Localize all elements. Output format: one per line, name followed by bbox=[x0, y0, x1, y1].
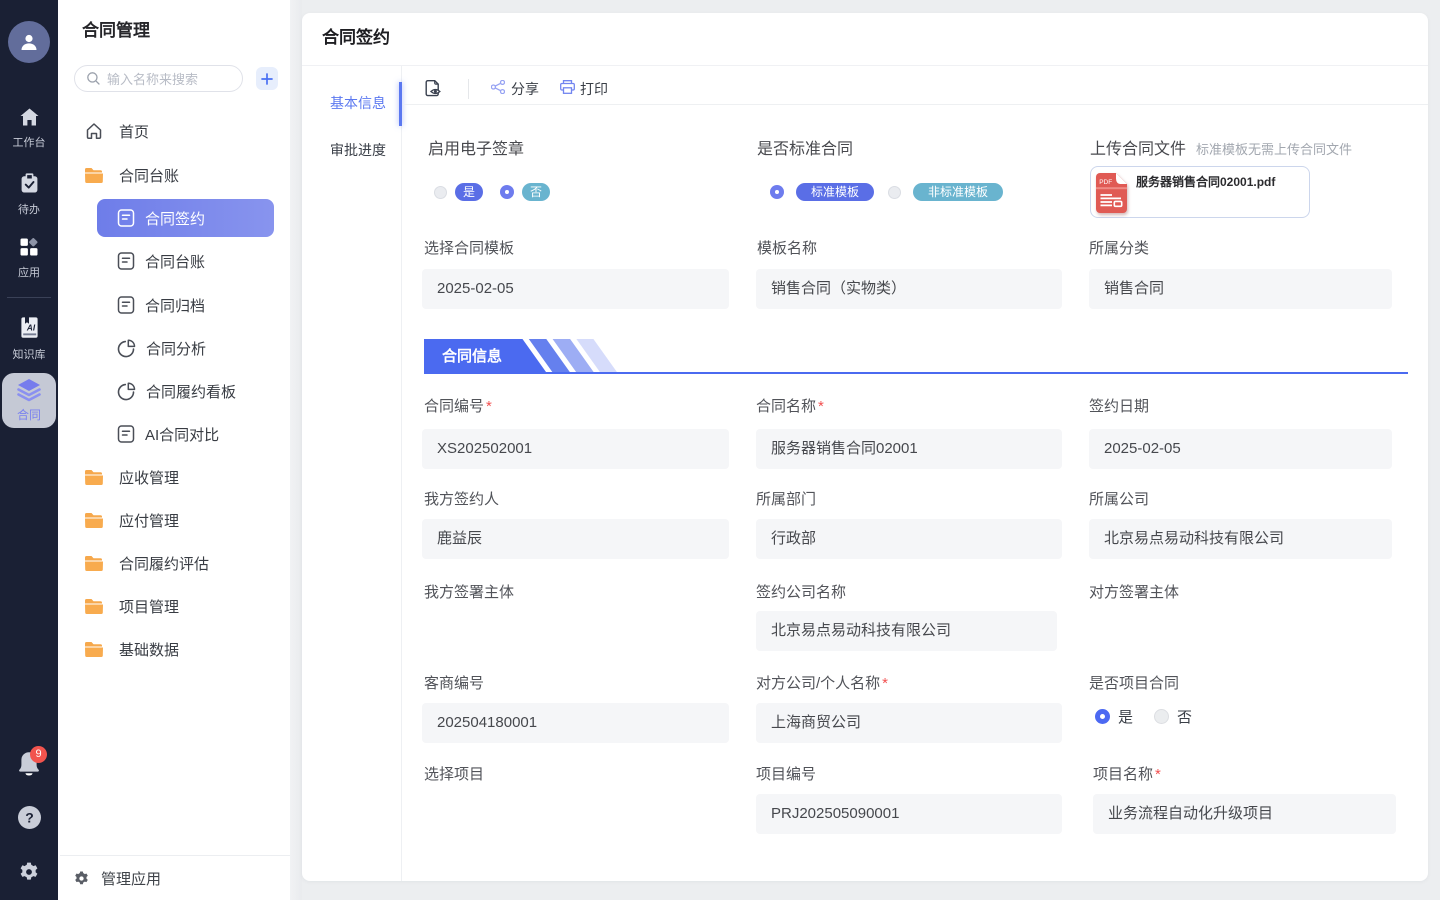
svg-text:PDF: PDF bbox=[1099, 179, 1112, 186]
svg-text:?: ? bbox=[25, 810, 34, 826]
svg-text:AI: AI bbox=[25, 324, 35, 333]
svg-text:合同信息: 合同信息 bbox=[441, 347, 502, 365]
